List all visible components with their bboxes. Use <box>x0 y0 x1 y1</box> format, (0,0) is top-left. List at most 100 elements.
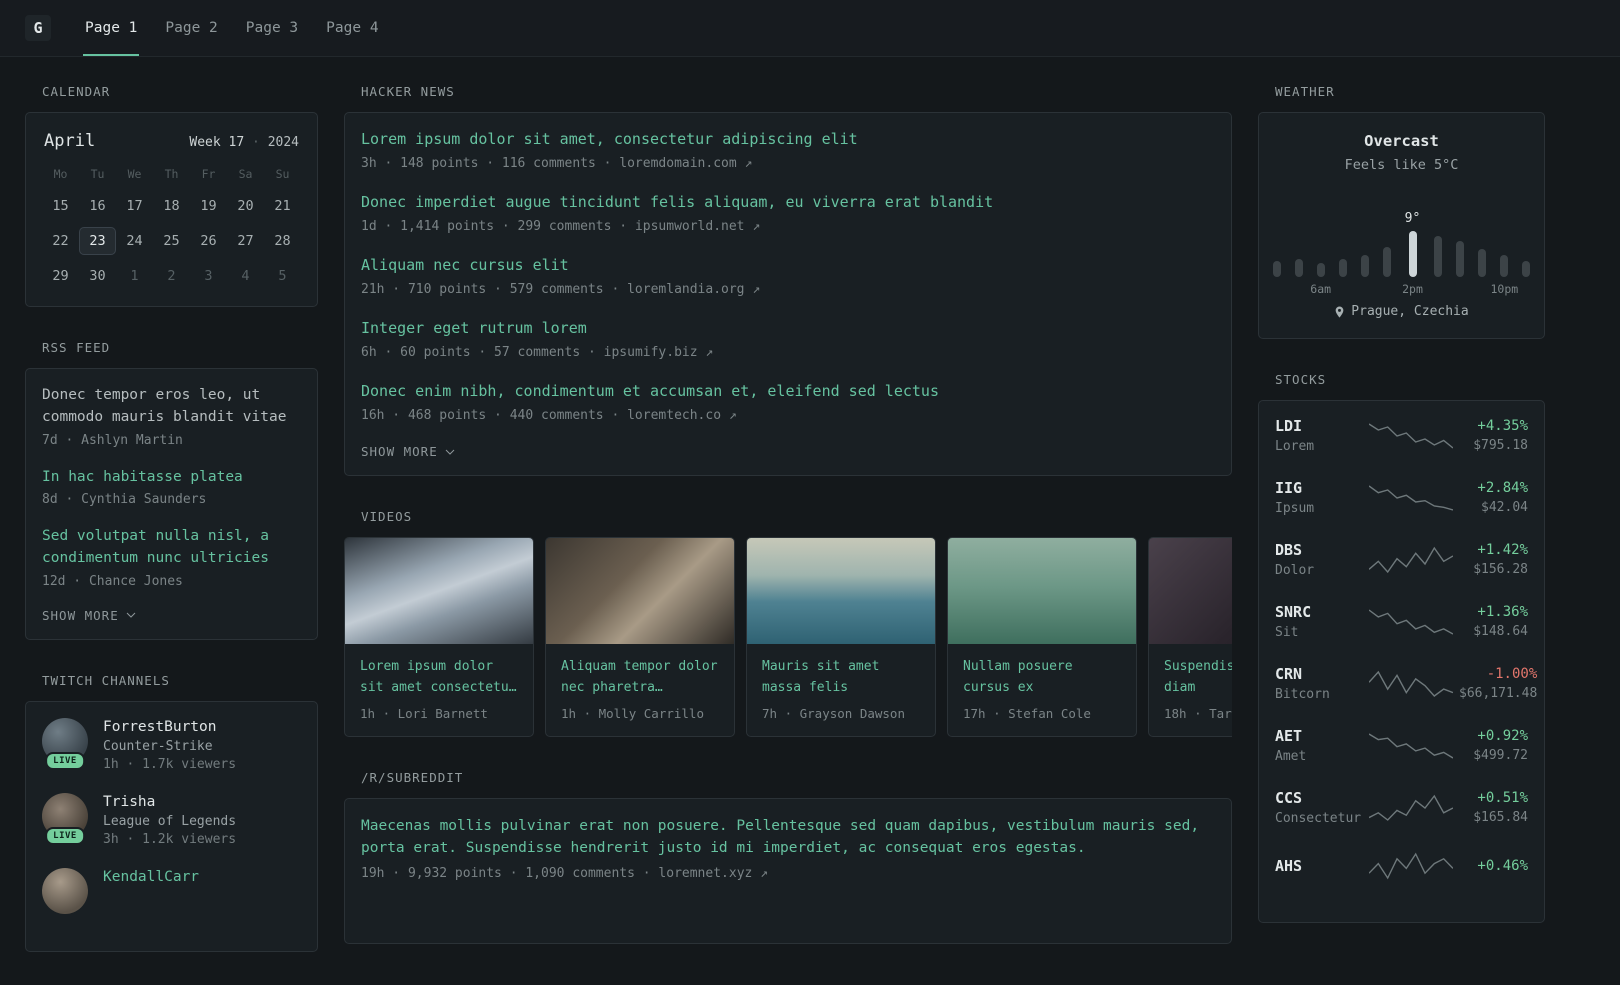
video-title[interactable]: Mauris sit amet massa felis <box>762 656 920 698</box>
subreddit-post-meta: 19h · 9,932 points · 1,090 comments · lo… <box>361 866 1215 881</box>
stocks-widget: STOCKS LDI Lorem +4.35% $795.18 IIG Ipsu… <box>1258 372 1545 923</box>
calendar-day: 29 <box>52 268 69 284</box>
stock-identity: CRN Bitcorn <box>1275 665 1363 702</box>
stock-price: $148.64 <box>1473 624 1528 639</box>
channel-name[interactable]: Trisha <box>103 794 236 810</box>
video-card[interactable]: Aliquam tempor dolor nec pharetra… 1h · … <box>545 537 735 737</box>
video-title[interactable]: Suspendisse diam <box>1164 656 1232 698</box>
weather-location: Prague, Czechia <box>1275 304 1528 319</box>
video-title[interactable]: Nullam posuere cursus ex <box>963 656 1121 698</box>
hackernews-item-link[interactable]: Lorem ipsum dolor sit amet, consectetur … <box>361 129 1215 150</box>
rss-card: Donec tempor eros leo, ut commodo mauris… <box>25 368 318 640</box>
channel-info: KendallCarr <box>103 868 199 914</box>
right-column: WEATHER Overcast Feels like 5°C 6am 9° 2… <box>1258 84 1545 985</box>
weather-card: Overcast Feels like 5°C 6am 9° 2pm 10pm … <box>1258 112 1545 339</box>
weather-bar-column: 10pm <box>1490 189 1518 296</box>
weather-bar-column <box>1360 189 1369 277</box>
stock-row[interactable]: SNRC Sit +1.36% $148.64 <box>1275 603 1528 640</box>
hackernews-domain-link[interactable]: loremlandia.org ↗ <box>627 282 760 297</box>
stock-values: +4.35% $795.18 <box>1459 418 1528 453</box>
weather-hour-label: 10pm <box>1490 282 1519 296</box>
calendar-grid: Mo Tu We Th Fr Sa Su 15 16 17 18 19 20 21 22 23 24 25 26 2… <box>42 167 301 290</box>
video-card[interactable]: Suspendisse diam 18h · Tara <box>1148 537 1232 737</box>
stock-change: +4.35% <box>1477 418 1528 434</box>
channel-info: Trisha League of Legends 3h · 1.2k viewe… <box>103 793 236 847</box>
hackernews-domain-link[interactable]: loremtech.co ↗ <box>627 408 737 423</box>
hackernews-domain-link[interactable]: ipsumify.biz ↗ <box>604 345 714 360</box>
calendar-day: 5 <box>278 268 287 284</box>
stock-row[interactable]: CCS Consectetur +0.51% $165.84 <box>1275 789 1528 826</box>
calendar-day: 21 <box>274 198 291 214</box>
videos-widget: VIDEOS Lorem ipsum dolor sit amet consec… <box>344 509 1232 737</box>
stock-sparkline <box>1369 546 1453 573</box>
video-card[interactable]: Nullam posuere cursus ex 17h · Stefan Co… <box>947 537 1137 737</box>
video-title[interactable]: Aliquam tempor dolor nec pharetra… <box>561 656 719 698</box>
stock-price: $66,171.48 <box>1459 686 1538 701</box>
weather-bar-column: 6am <box>1310 189 1331 296</box>
stock-change: +2.84% <box>1477 480 1528 496</box>
channel-meta: 3h · 1.2k viewers <box>103 831 237 847</box>
calendar-month: April <box>44 131 96 151</box>
channel-name[interactable]: ForrestBurton <box>103 719 236 735</box>
video-card[interactable]: Mauris sit amet massa felis 7h · Grayson… <box>746 537 936 737</box>
twitch-channel[interactable]: KendallCarr <box>42 867 301 914</box>
stock-symbol: LDI <box>1275 417 1303 435</box>
stock-row[interactable]: CRN Bitcorn -1.00% $66,171.48 <box>1275 665 1537 702</box>
hackernews-item-meta: 6h · 60 points · 57 comments · ipsumify.… <box>361 345 1215 360</box>
calendar-day-header: Tu <box>90 167 105 181</box>
video-meta: 17h · Stefan Cole <box>963 706 1091 721</box>
calendar-widget-title: CALENDAR <box>42 84 111 99</box>
video-card[interactable]: Lorem ipsum dolor sit amet consectetu… 1… <box>344 537 534 737</box>
app-logo: G <box>25 15 51 41</box>
subreddit-domain-link[interactable]: loremnet.xyz ↗ <box>658 866 768 881</box>
stock-values: +0.92% $499.72 <box>1459 728 1528 763</box>
hackernews-item-link[interactable]: Donec enim nibh, condimentum et accumsan… <box>361 381 1215 402</box>
hackernews-show-more-button[interactable]: SHOW MORE <box>361 444 455 459</box>
hackernews-domain-link[interactable]: ipsumworld.net ↗ <box>635 219 760 234</box>
nav-tab[interactable]: Page 4 <box>324 0 380 56</box>
stock-row[interactable]: AHS +0.46% <box>1275 851 1528 881</box>
rss-item-link[interactable]: Donec tempor eros leo, ut commodo mauris… <box>42 385 301 429</box>
calendar-day: 3 <box>204 268 213 284</box>
hackernews-item-link[interactable]: Aliquam nec cursus elit <box>361 255 1215 276</box>
show-more-label: SHOW MORE <box>42 607 119 623</box>
rss-item-meta: 7d · Ashlyn Martin <box>42 432 183 448</box>
twitch-channel[interactable]: LIVE Trisha League of Legends 3h · 1.2k … <box>42 792 301 847</box>
nav-tab[interactable]: Page 3 <box>244 0 300 56</box>
hackernews-item-meta: 3h · 148 points · 116 comments · loremdo… <box>361 156 1215 171</box>
video-title[interactable]: Lorem ipsum dolor sit amet consectetu… <box>360 656 518 698</box>
video-body: Suspendisse diam 18h · Tara <box>1149 644 1232 736</box>
rss-item-link[interactable]: In hac habitasse platea <box>42 467 301 489</box>
stock-row[interactable]: IIG Ipsum +2.84% $42.04 <box>1275 479 1528 516</box>
stock-identity: LDI Lorem <box>1275 417 1363 454</box>
twitch-channel[interactable]: LIVE ForrestBurton Counter-Strike 1h · 1… <box>42 717 301 772</box>
stock-row[interactable]: DBS Dolor +1.42% $156.28 <box>1275 541 1528 578</box>
channel-category: Counter-Strike <box>103 738 213 754</box>
stock-symbol: SNRC <box>1275 603 1312 621</box>
hackernews-item-link[interactable]: Integer eget rutrum lorem <box>361 318 1215 339</box>
subreddit-post: Maecenas mollis pulvinar erat non posuer… <box>361 815 1215 881</box>
stock-price: $165.84 <box>1473 810 1528 825</box>
stock-name: Ipsum <box>1275 501 1315 516</box>
hackernews-domain-link[interactable]: loremdomain.com ↗ <box>619 156 752 171</box>
middle-column: HACKER NEWS Lorem ipsum dolor sit amet, … <box>344 84 1232 985</box>
stock-row[interactable]: LDI Lorem +4.35% $795.18 <box>1275 417 1528 454</box>
nav-tab[interactable]: Page 1 <box>83 0 140 56</box>
stock-price: $795.18 <box>1473 438 1528 453</box>
hackernews-item-link[interactable]: Donec imperdiet augue tincidunt felis al… <box>361 192 1215 213</box>
live-badge: LIVE <box>45 751 85 770</box>
twitch-card: LIVE ForrestBurton Counter-Strike 1h · 1… <box>25 700 318 952</box>
calendar-day: 27 <box>237 233 254 249</box>
stock-row[interactable]: AET Amet +0.92% $499.72 <box>1275 727 1528 764</box>
nav-tab[interactable]: Page 2 <box>163 0 219 56</box>
subreddit-post-link[interactable]: Maecenas mollis pulvinar erat non posuer… <box>361 815 1215 860</box>
channel-name[interactable]: KendallCarr <box>103 869 199 885</box>
stock-price: $499.72 <box>1473 748 1528 763</box>
rss-item-link[interactable]: Sed volutpat nulla nisl, a condimentum n… <box>42 526 301 570</box>
stock-values: -1.00% $66,171.48 <box>1459 666 1537 701</box>
hackernews-item-meta: 21h · 710 points · 579 comments · loreml… <box>361 282 1215 297</box>
hackernews-item: Donec enim nibh, condimentum et accumsan… <box>361 381 1215 423</box>
calendar-day: 22 <box>52 233 69 249</box>
stock-identity: DBS Dolor <box>1275 541 1363 578</box>
rss-show-more-button[interactable]: SHOW MORE <box>42 608 136 623</box>
